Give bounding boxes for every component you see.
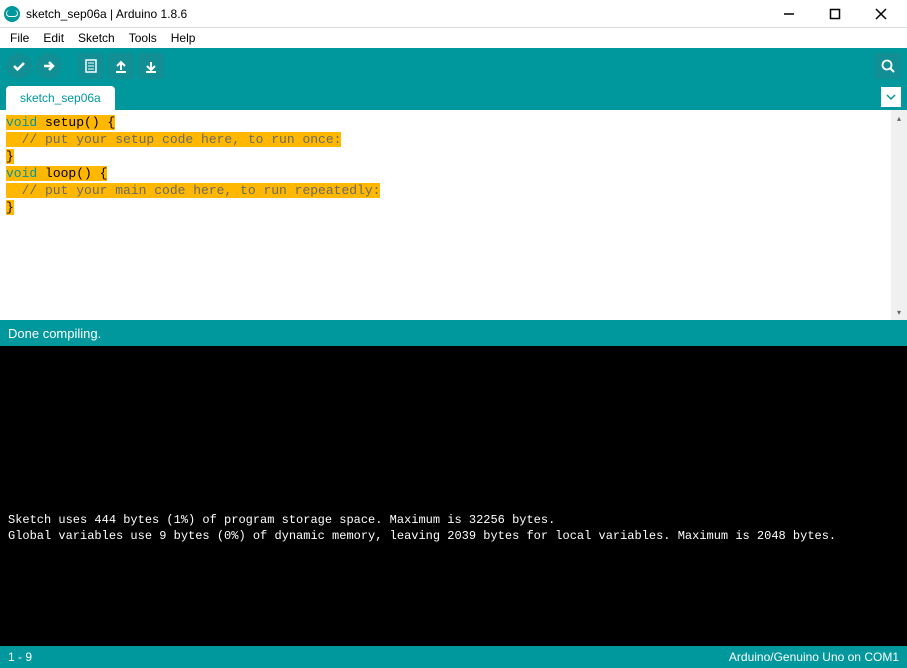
- arduino-logo-icon: [4, 6, 20, 22]
- board-port-info: Arduino/Genuino Uno on COM1: [729, 650, 899, 664]
- console-line: Global variables use 9 bytes (0%) of dyn…: [8, 528, 899, 544]
- code-text: }: [6, 200, 14, 215]
- footer-bar: 1 - 9 Arduino/Genuino Uno on COM1: [0, 646, 907, 668]
- cursor-position: 1 - 9: [8, 650, 729, 664]
- menu-help[interactable]: Help: [165, 29, 202, 47]
- scroll-track[interactable]: [891, 126, 907, 304]
- scroll-up-icon[interactable]: ▴: [891, 110, 907, 126]
- console-line: Sketch uses 444 bytes (1%) of program st…: [8, 512, 899, 528]
- serial-monitor-button[interactable]: [875, 53, 901, 79]
- code-comment: // put your main code here, to run repea…: [6, 183, 380, 198]
- code-text: }: [6, 149, 14, 164]
- code-comment: // put your setup code here, to run once…: [6, 132, 341, 147]
- save-button[interactable]: [138, 53, 164, 79]
- code-text: loop() {: [37, 166, 107, 181]
- new-button[interactable]: [78, 53, 104, 79]
- upload-button[interactable]: [36, 53, 62, 79]
- tab-sketch[interactable]: sketch_sep06a: [6, 86, 115, 110]
- minimize-button[interactable]: [775, 4, 803, 24]
- window-title: sketch_sep06a | Arduino 1.8.6: [26, 7, 775, 21]
- window-controls: [775, 4, 903, 24]
- menu-file[interactable]: File: [4, 29, 35, 47]
- menubar: File Edit Sketch Tools Help: [0, 28, 907, 48]
- tab-menu-button[interactable]: [881, 87, 901, 107]
- verify-button[interactable]: [6, 53, 32, 79]
- scroll-down-icon[interactable]: ▾: [891, 304, 907, 320]
- status-text: Done compiling.: [8, 326, 101, 341]
- vertical-scrollbar[interactable]: ▴ ▾: [891, 110, 907, 320]
- code-keyword: void: [6, 166, 37, 181]
- code-text: setup() {: [37, 115, 115, 130]
- maximize-button[interactable]: [821, 4, 849, 24]
- editor-area: void setup() { // put your setup code he…: [0, 110, 907, 320]
- menu-edit[interactable]: Edit: [37, 29, 70, 47]
- menu-sketch[interactable]: Sketch: [72, 29, 121, 47]
- code-keyword: void: [6, 115, 37, 130]
- open-button[interactable]: [108, 53, 134, 79]
- tabbar: sketch_sep06a: [0, 84, 907, 110]
- toolbar: [0, 48, 907, 84]
- status-bar: Done compiling.: [0, 320, 907, 346]
- code-editor[interactable]: void setup() { // put your setup code he…: [0, 110, 891, 320]
- menu-tools[interactable]: Tools: [123, 29, 163, 47]
- titlebar: sketch_sep06a | Arduino 1.8.6: [0, 0, 907, 28]
- close-button[interactable]: [867, 4, 895, 24]
- console-output[interactable]: Sketch uses 444 bytes (1%) of program st…: [0, 346, 907, 646]
